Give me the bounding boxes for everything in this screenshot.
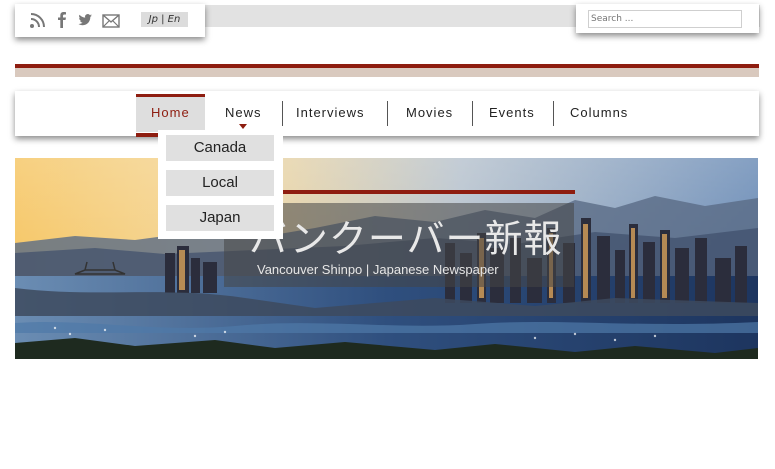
nav-item-home[interactable]: Home	[151, 105, 190, 120]
news-dropdown-menu: Canada Local Japan	[158, 130, 283, 239]
nav-item-interviews[interactable]: Interviews	[296, 105, 365, 120]
nav-item-events[interactable]: Events	[489, 105, 535, 120]
chevron-down-icon[interactable]	[239, 124, 247, 129]
hero-accent-line	[254, 190, 575, 194]
nav-item-news[interactable]: News	[225, 105, 262, 120]
dropdown-item-canada[interactable]: Canada	[166, 135, 274, 161]
dropdown-item-local[interactable]: Local	[166, 170, 274, 196]
site-subtitle: Vancouver Shinpo | Japanese Newspaper	[257, 262, 499, 277]
header-rule-beige	[15, 68, 759, 77]
nav-divider	[387, 101, 388, 126]
nav-item-movies[interactable]: Movies	[406, 105, 453, 120]
nav-divider	[282, 101, 283, 126]
search-input[interactable]	[588, 10, 742, 28]
main-navigation: Home News Interviews Movies Events Colum…	[15, 91, 759, 137]
mail-icon[interactable]	[102, 13, 120, 31]
facebook-icon[interactable]	[53, 11, 71, 29]
search-panel	[576, 4, 759, 33]
language-switch[interactable]: Jp | En	[141, 12, 188, 27]
nav-item-columns[interactable]: Columns	[570, 105, 628, 120]
dropdown-item-japan[interactable]: Japan	[166, 205, 274, 231]
nav-divider	[472, 101, 473, 126]
site-title[interactable]: バンクーバー新報	[249, 208, 569, 263]
nav-divider	[553, 101, 554, 126]
rss-icon[interactable]	[29, 11, 47, 29]
social-links-panel: Jp | En	[15, 4, 205, 37]
twitter-icon[interactable]	[76, 11, 94, 29]
